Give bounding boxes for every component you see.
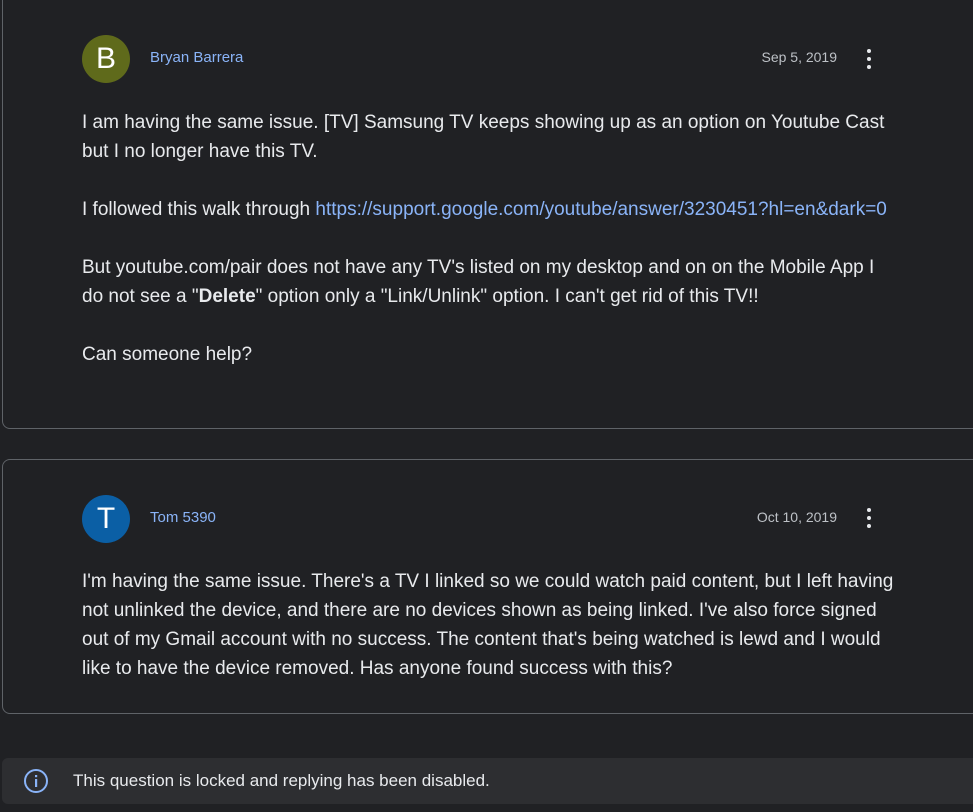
locked-message: This question is locked and replying has… [73,771,490,790]
more-vert-icon[interactable] [857,506,881,530]
avatar[interactable]: B [82,35,130,83]
post-text: " option only a "Link/Unlink" option. I … [255,286,759,307]
post-date: Sep 5, 2019 [761,49,837,65]
author-link[interactable]: Tom 5390 [150,509,216,526]
post-paragraph: Can someone help? [82,344,253,365]
support-link[interactable]: https://support.google.com/youtube/answe… [315,199,886,220]
post-paragraph: I followed this walk through https://sup… [82,195,892,224]
avatar[interactable]: T [82,495,130,543]
info-icon [24,769,48,793]
post-paragraph: But youtube.com/pair does not have any T… [82,253,892,311]
post-body: I am having the same issue. [TV] Samsung… [82,108,892,369]
bold-text: Delete [198,286,256,307]
post-date: Oct 10, 2019 [756,509,837,525]
post-text: I followed this walk through [82,199,316,220]
locked-notice: This question is locked and replying has… [2,758,973,804]
more-vert-icon[interactable] [857,47,881,71]
author-link[interactable]: Bryan Barrera [150,49,243,66]
reply-card: T Tom 5390 Oct 10, 2019 I'm having the s… [2,459,973,714]
post-paragraph: I am having the same issue. [TV] Samsung… [82,112,885,162]
post-body: I'm having the same issue. There's a TV … [82,567,897,683]
reply-card: B Bryan Barrera Sep 5, 2019 I am having … [2,0,973,429]
post-paragraph: I'm having the same issue. There's a TV … [82,571,894,679]
